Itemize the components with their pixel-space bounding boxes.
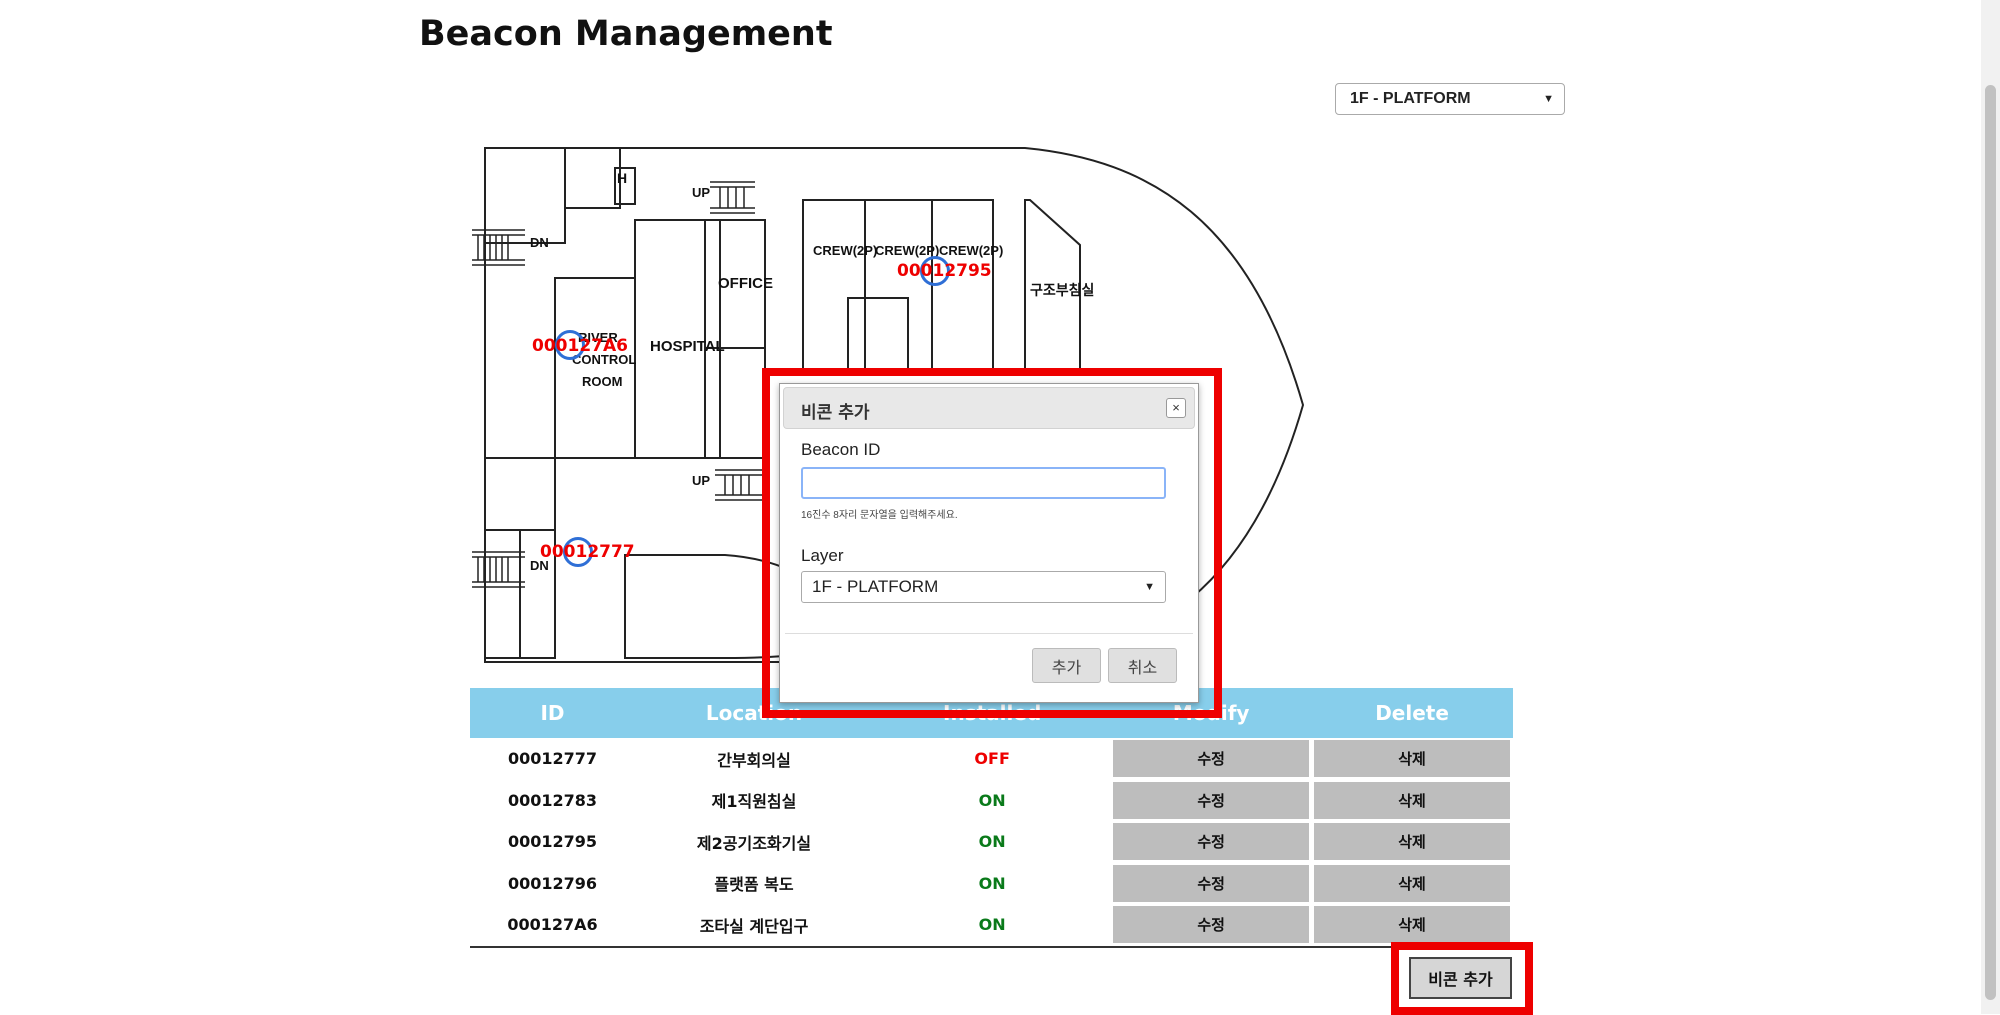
cell-id: 00012777 [507,749,597,769]
room-label: H [617,170,628,186]
beacon-table: ID Location Installed Modify Delete 0001… [470,688,1513,948]
beacon-marker-label: 00012795 [897,261,992,281]
room-label: ROOM [582,374,623,389]
floor-select-value: 1F - PLATFORM [1350,90,1471,107]
highlight-box-dialog [762,368,1222,718]
chevron-down-icon: ▼ [1543,93,1554,105]
floor-select[interactable]: 1F - PLATFORM ▼ [1335,83,1565,115]
room-label: UP [692,185,711,200]
table-row: 00012796 플랫폼 복도 ON 수정 삭제 [470,863,1513,905]
table-row: 00012777 간부회의실 OFF 수정 삭제 [470,738,1513,780]
modify-button[interactable]: 수정 [1113,740,1310,778]
room-label: HOSPITAL [650,338,725,355]
table-row: 000127A6 조타실 계단입구 ON 수정 삭제 [470,904,1513,948]
beacon-marker-label: 000127A6 [532,336,628,356]
table-row: 00012795 제2공기조화기실 ON 수정 삭제 [470,821,1513,863]
highlight-box-add-button [1391,942,1533,1015]
delete-button[interactable]: 삭제 [1314,781,1511,819]
cell-id: 00012795 [507,832,597,852]
cell-id: 00012796 [507,873,597,893]
table-row: 00012783 제1직원침실 ON 수정 삭제 [470,780,1513,822]
cell-location: 제2공기조화기실 [696,833,812,853]
page-title: Beacon Management [419,14,833,54]
modify-button[interactable]: 수정 [1113,823,1310,861]
column-header-id: ID [470,688,635,738]
delete-button[interactable]: 삭제 [1314,823,1511,861]
modify-button[interactable]: 수정 [1113,864,1310,902]
cell-location: 조타실 계단입구 [634,904,874,948]
cell-location: 제1직원침실 [711,792,797,812]
cell-id: 00012783 [507,790,597,810]
cell-status: OFF [974,749,1010,769]
room-label: OFFICE [718,275,773,292]
cell-status: ON [978,832,1006,852]
beacon-marker-label: 00012777 [540,542,635,562]
cell-status: ON [978,790,1006,810]
room-label: 구조부침실 [1030,282,1095,298]
room-label: UP [692,473,711,488]
scrollbar-thumb[interactable] [1985,85,1996,1000]
cell-status: ON [978,873,1006,893]
cell-id: 000127A6 [470,904,635,948]
room-label: CREW(2P) [939,243,1004,258]
cell-location: 간부회의실 [717,750,791,770]
delete-button[interactable]: 삭제 [1314,906,1511,944]
delete-button[interactable]: 삭제 [1314,740,1511,778]
room-label: CREW(2P) [813,243,878,258]
delete-button[interactable]: 삭제 [1314,864,1511,902]
modify-button[interactable]: 수정 [1113,906,1310,944]
cell-status: ON [873,904,1112,948]
modify-button[interactable]: 수정 [1113,781,1310,819]
column-header-delete: Delete [1311,688,1513,738]
cell-location: 플랫폼 복도 [714,875,794,895]
room-label: DN [530,235,549,250]
